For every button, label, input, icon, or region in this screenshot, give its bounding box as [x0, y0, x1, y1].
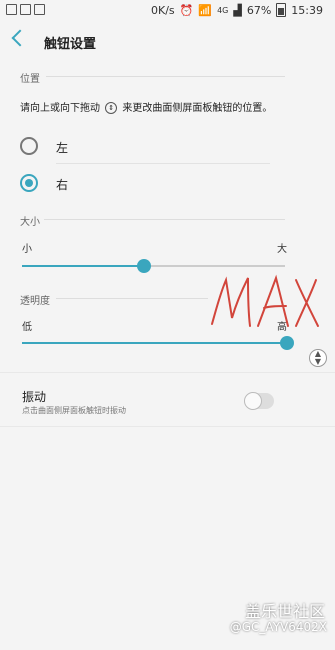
notification-icons [6, 4, 45, 15]
section-divider [56, 298, 208, 299]
size-min-label: 小 [22, 244, 32, 255]
wifi-icon: 📶 [198, 3, 213, 17]
description-text-2: 来更改曲面侧屏面板触钮的位置。 [122, 103, 273, 114]
vibration-title: 振动 [22, 390, 47, 404]
size-slider-thumb[interactable] [137, 259, 151, 273]
status-bar: 0K/s ⏰ 📶 4G ▟ 67% 15:39 [0, 0, 335, 22]
vibration-toggle[interactable] [244, 392, 274, 410]
option-divider [56, 163, 270, 164]
handwritten-annotation [206, 270, 326, 338]
page-title: 触钮设置 [44, 37, 97, 52]
radio-left[interactable] [20, 137, 38, 155]
section-header-position: 位置 [20, 74, 40, 85]
row-divider-top [0, 372, 335, 373]
watermark-title: 盖乐世社区 [244, 602, 325, 621]
opacity-slider-thumb[interactable] [280, 336, 294, 350]
description-text-1: 请向上或向下拖动 [20, 103, 100, 114]
scroll-arrows-icon[interactable]: ▲ ▼ [309, 349, 327, 367]
section-divider [44, 219, 285, 220]
position-description: 请向上或向下拖动 ⇕ 来更改曲面侧屏面板触钮的位置。 [20, 99, 272, 114]
image-icon [6, 4, 17, 15]
size-max-label: 大 [277, 244, 287, 255]
section-divider [46, 76, 285, 77]
battery-icon [276, 3, 287, 17]
option-left-label: 左 [56, 141, 69, 155]
option-right-label: 右 [56, 178, 69, 192]
opacity-slider[interactable] [22, 342, 285, 344]
app-bar: 触钮设置 [0, 26, 335, 56]
network-badge: 4G [217, 5, 229, 15]
row-divider-bottom [0, 426, 335, 427]
size-slider-rest [144, 265, 285, 267]
drag-handle-icon: ⇕ [105, 102, 118, 114]
section-header-opacity: 透明度 [20, 296, 50, 307]
network-speed: 0K/s [151, 3, 175, 17]
back-arrow-icon[interactable] [11, 29, 29, 47]
message-icon [34, 4, 45, 15]
opacity-min-label: 低 [22, 322, 32, 333]
vibration-subtitle: 点击曲面侧屏面板触钮时振动 [22, 406, 126, 415]
alarm-icon: ⏰ [179, 3, 194, 17]
watermark-user: @GC_AYV6402X [229, 620, 327, 634]
section-header-size: 大小 [20, 217, 40, 228]
toggle-knob [244, 392, 262, 410]
signal-icon: ▟ [233, 3, 242, 17]
clock: 15:39 [291, 3, 323, 17]
handwriting-max-icon [211, 274, 319, 327]
radio-right[interactable] [20, 174, 38, 192]
battery-percent: 67% [246, 3, 272, 17]
document-icon [20, 4, 31, 15]
